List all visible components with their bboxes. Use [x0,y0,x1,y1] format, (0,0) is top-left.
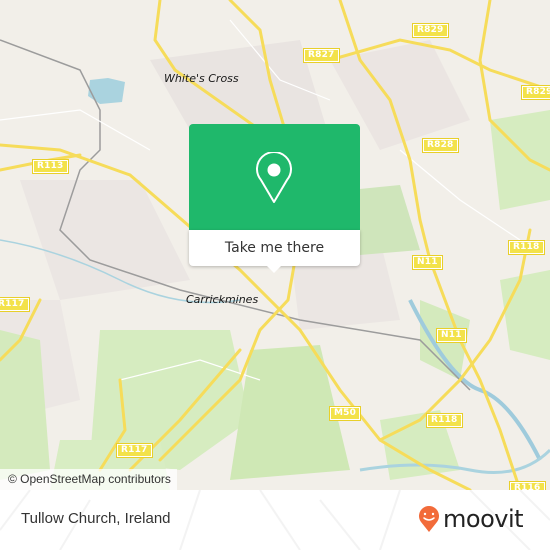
moovit-pin-icon [419,506,439,532]
road-label-r116: R116 [509,481,546,490]
road-label-r118: R118 [426,413,463,428]
road-label-n11: N11 [412,255,443,270]
road-label-m50: M50 [328,406,362,421]
road-label-r117: R117 [0,297,30,312]
place-label-carrickmines: Carrickmines [186,293,259,306]
road-label-r117: R117 [116,443,153,458]
road-label-r828: R828 [422,138,459,153]
road-label-r829: R829 [521,85,550,100]
place-label-whites-cross: White's Cross [164,72,239,85]
moovit-wordmark: moovit [443,505,524,533]
road-label-r827: R827 [303,48,340,63]
road-label-r118: R118 [508,240,545,255]
road-label-n11: N11 [436,328,467,343]
moovit-logo[interactable]: moovit [418,505,524,533]
map[interactable]: White's Cross Carrickmines R827 R829 R82… [0,0,550,490]
take-me-there-button[interactable]: Take me there [189,230,360,266]
location-popup: Take me there [189,124,360,273]
road-label-r113: R113 [32,159,69,174]
map-attribution[interactable]: © OpenStreetMap contributors [0,469,177,490]
popup-pointer [265,264,283,273]
road-label-r829: R829 [412,23,449,38]
popup-header [189,124,360,230]
place-name: Tullow Church, Ireland [21,510,171,527]
map-pin-icon [256,152,292,203]
